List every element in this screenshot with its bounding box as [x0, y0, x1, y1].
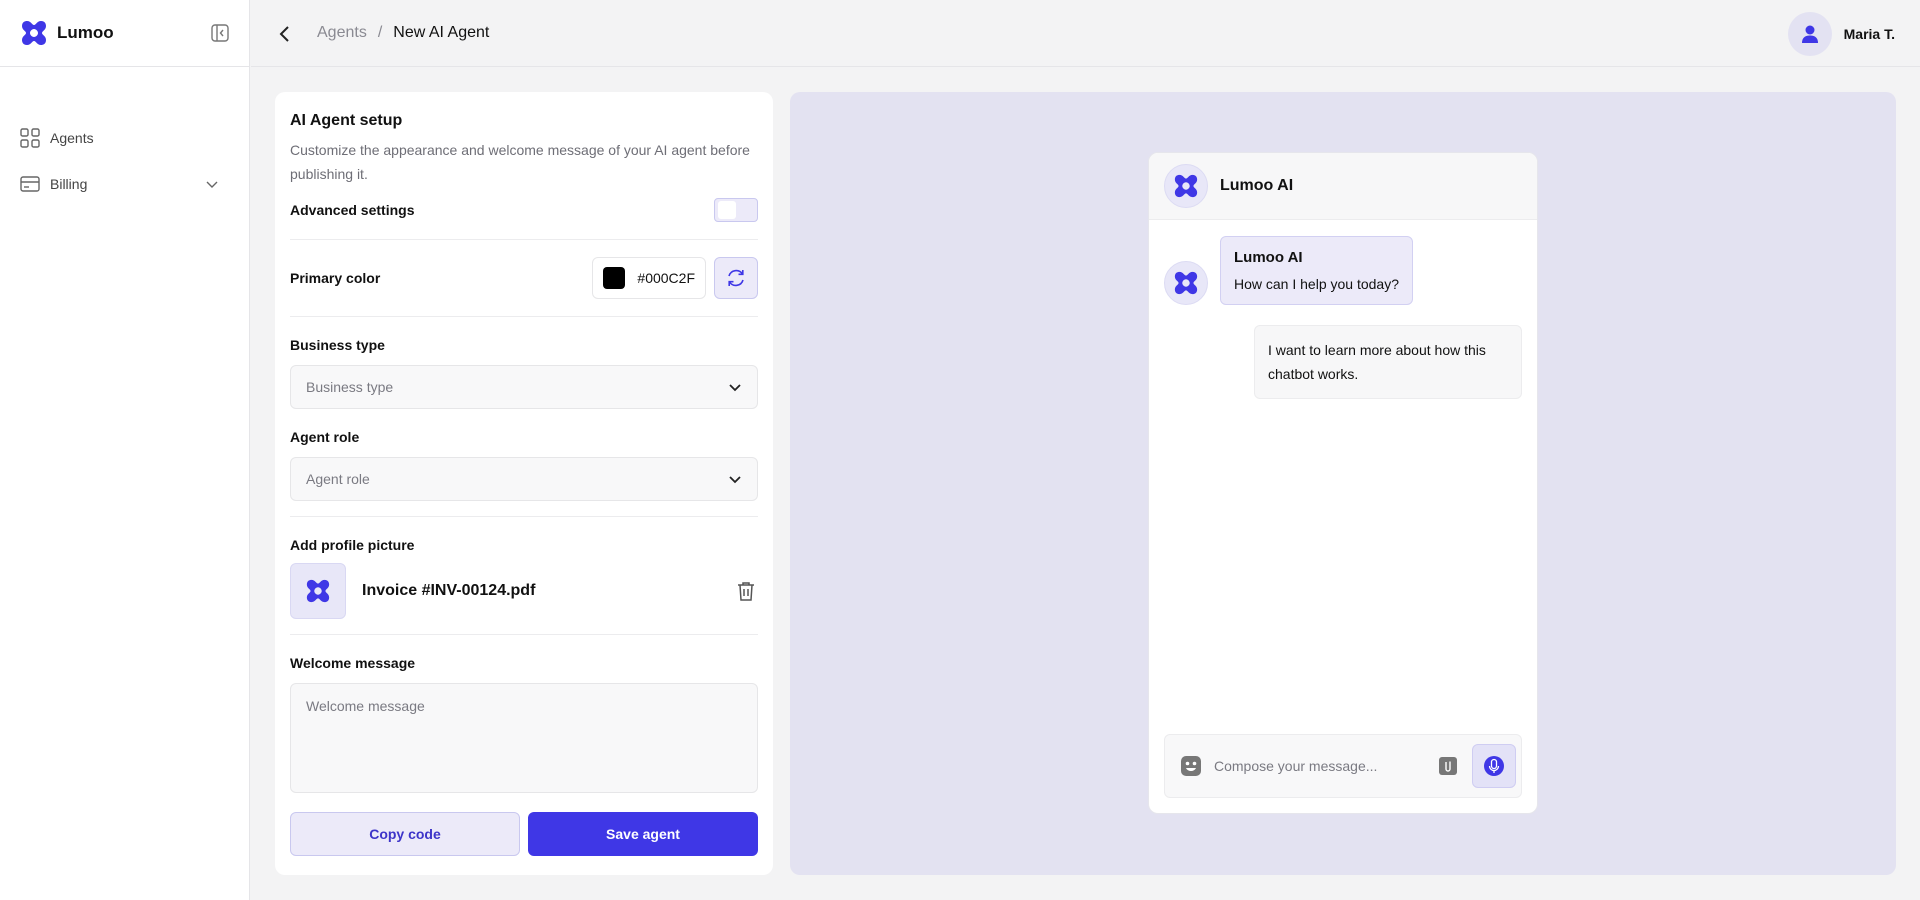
business-type-label: Business type [290, 337, 385, 353]
setup-description: Customize the appearance and welcome mes… [290, 142, 750, 182]
grid-icon [20, 128, 40, 148]
breadcrumb: Agents / New AI Agent [317, 24, 489, 42]
bot-message-text: How can I help you today? [1234, 276, 1399, 292]
chat-preview-area: Lumoo AI Lumoo AI How can I help you tod… [790, 92, 1896, 875]
welcome-message-input[interactable] [290, 683, 758, 793]
microphone-icon [1484, 756, 1504, 776]
bot-message-bubble: Lumoo AI How can I help you today? [1220, 236, 1413, 305]
bot-avatar [1164, 261, 1208, 305]
sidebar-nav: Agents Billing [0, 67, 249, 207]
profile-picture-filename: Invoice #INV-00124.pdf [362, 582, 536, 599]
voice-input-button[interactable] [1472, 744, 1516, 788]
sidebar-item-label: Agents [50, 130, 94, 146]
profile-picture-file-row: Invoice #INV-00124.pdf [290, 563, 758, 619]
welcome-message-label: Welcome message [290, 655, 416, 671]
action-buttons: Copy code Save agent [290, 812, 758, 856]
chevron-down-icon [729, 476, 741, 484]
user-message-bubble: I want to learn more about how this chat… [1254, 325, 1522, 399]
color-swatch [603, 267, 626, 289]
business-type-block: Business type Business type [290, 337, 758, 409]
lumoo-logo-icon [22, 21, 46, 45]
primary-color-label: Primary color [290, 270, 381, 286]
primary-color-field[interactable]: #000C2F [592, 257, 706, 299]
sidebar-header: Lumoo [0, 0, 249, 67]
business-type-select[interactable]: Business type [290, 365, 758, 409]
chat-widget: Lumoo AI Lumoo AI How can I help you tod… [1148, 152, 1538, 814]
sidebar-item-billing[interactable]: Billing [0, 161, 249, 207]
attachment-icon[interactable] [1438, 756, 1458, 776]
divider [290, 516, 758, 517]
back-arrow-icon[interactable] [275, 24, 295, 44]
compose-message-input[interactable] [1214, 758, 1438, 774]
lumoo-logo-icon [306, 579, 330, 603]
advanced-settings-label: Advanced settings [290, 202, 415, 218]
primary-color-value: #000C2F [637, 270, 695, 286]
breadcrumb-separator: / [377, 24, 383, 41]
bot-avatar [1164, 164, 1208, 208]
primary-color-row: Primary color #000C2F [290, 240, 758, 316]
save-agent-button[interactable]: Save agent [528, 812, 758, 856]
toggle-knob [718, 201, 736, 219]
top-bar: Agents / New AI Agent Maria T. [251, 0, 1920, 67]
profile-picture-thumbnail [290, 563, 346, 619]
setup-title: AI Agent setup [290, 112, 403, 129]
profile-picture-block: Add profile picture Invoice #INV-00124.p… [290, 537, 758, 619]
advanced-settings-toggle[interactable] [714, 198, 758, 222]
advanced-settings-row: Advanced settings [290, 196, 758, 224]
user-name: Maria T. [1843, 26, 1895, 42]
sidebar-item-agents[interactable]: Agents [0, 115, 249, 161]
primary-color-controls: #000C2F [592, 257, 758, 299]
lumoo-logo-icon [1174, 271, 1198, 295]
card-icon [20, 176, 40, 192]
trash-icon[interactable] [734, 579, 758, 603]
brand-name: Lumoo [57, 23, 114, 42]
collapse-sidebar-icon[interactable] [211, 24, 229, 42]
bot-sender-name: Lumoo AI [1234, 249, 1303, 266]
page-title: New AI Agent [393, 24, 490, 41]
chat-title: Lumoo AI [1220, 177, 1294, 194]
agent-role-label: Agent role [290, 429, 360, 445]
chat-header: Lumoo AI [1149, 153, 1537, 220]
user-menu[interactable]: Maria T. [1787, 12, 1895, 56]
agent-setup-panel: AI Agent setup Customize the appearance … [275, 92, 773, 875]
chevron-down-icon [729, 384, 741, 392]
user-icon [1801, 25, 1818, 43]
chevron-down-icon [206, 181, 218, 188]
sidebar: Lumoo Agents Billing [0, 0, 250, 900]
profile-picture-label: Add profile picture [290, 537, 415, 553]
avatar[interactable] [1787, 12, 1832, 56]
message-composer [1164, 734, 1522, 798]
welcome-message-block: Welcome message [290, 655, 758, 798]
agent-role-placeholder: Agent role [306, 471, 370, 487]
business-type-placeholder: Business type [306, 379, 394, 395]
emoji-icon[interactable] [1180, 755, 1202, 777]
copy-code-button[interactable]: Copy code [290, 812, 520, 856]
sidebar-item-label: Billing [50, 176, 88, 192]
breadcrumb-agents-link[interactable]: Agents [317, 24, 367, 42]
reset-color-button[interactable] [714, 257, 758, 299]
divider [290, 316, 758, 317]
divider [290, 634, 758, 635]
bot-message: Lumoo AI How can I help you today? [1164, 236, 1413, 305]
refresh-icon [728, 269, 744, 287]
lumoo-logo-icon [1174, 174, 1198, 198]
agent-role-select[interactable]: Agent role [290, 457, 758, 501]
agent-role-block: Agent role Agent role [290, 429, 758, 501]
